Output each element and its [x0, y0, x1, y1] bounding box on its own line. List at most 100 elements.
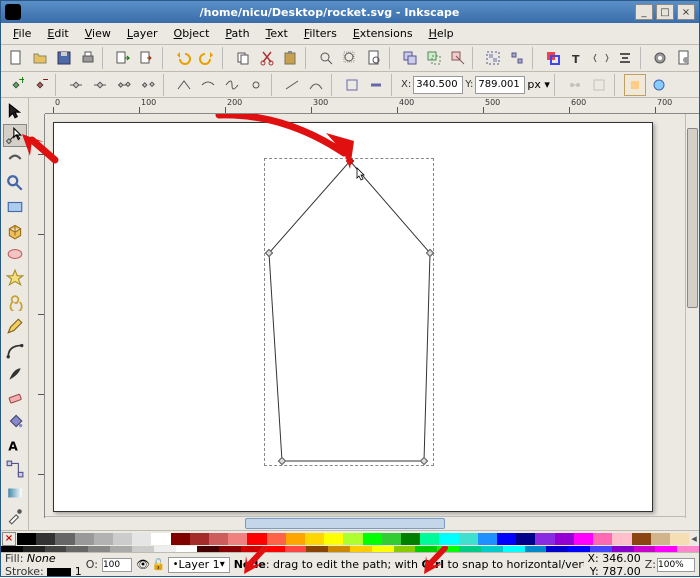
color-swatch[interactable]: [113, 533, 132, 545]
palette-menu-icon[interactable]: ◂: [689, 532, 699, 545]
close-button[interactable]: ×: [677, 4, 695, 20]
color-swatch[interactable]: [94, 533, 113, 545]
color-swatch[interactable]: [363, 533, 382, 545]
menu-extensions[interactable]: Extensions: [345, 25, 421, 42]
next-path-effect-button[interactable]: [648, 74, 670, 96]
color-swatch[interactable]: [228, 533, 247, 545]
fill-stroke-indicator[interactable]: Fill: None Stroke: 1: [5, 552, 82, 578]
color-swatch[interactable]: [593, 533, 612, 545]
color-swatch[interactable]: [516, 533, 535, 545]
insert-node-button[interactable]: +: [5, 74, 27, 96]
undo-button[interactable]: [172, 47, 194, 69]
object-to-path-button[interactable]: [341, 74, 363, 96]
selector-tool[interactable]: [3, 100, 27, 123]
auto-node-button[interactable]: [245, 74, 267, 96]
menu-text[interactable]: Text: [258, 25, 296, 42]
minimize-button[interactable]: _: [635, 4, 653, 20]
color-swatch[interactable]: [343, 533, 362, 545]
dropper-tool[interactable]: [3, 505, 27, 528]
group-button[interactable]: [482, 47, 504, 69]
color-swatch[interactable]: [632, 533, 651, 545]
smooth-node-button[interactable]: [197, 74, 219, 96]
color-swatch[interactable]: [555, 533, 574, 545]
zoom-drawing-button[interactable]: [339, 47, 361, 69]
paste-button[interactable]: [280, 47, 302, 69]
color-swatch[interactable]: [420, 533, 439, 545]
color-swatch[interactable]: [324, 533, 343, 545]
node-tool[interactable]: [3, 124, 27, 147]
layer-lock-icon[interactable]: 🔓: [152, 558, 166, 571]
delete-segment-button[interactable]: [137, 74, 159, 96]
color-swatch[interactable]: [439, 533, 458, 545]
print-button[interactable]: [77, 47, 99, 69]
color-swatch[interactable]: [305, 533, 324, 545]
text-dialog-button[interactable]: T: [566, 47, 588, 69]
star-tool[interactable]: [3, 267, 27, 290]
layer-visibility-icon[interactable]: 👁: [136, 558, 150, 571]
color-swatch[interactable]: [459, 533, 478, 545]
unlink-clone-button[interactable]: [447, 47, 469, 69]
redo-button[interactable]: [196, 47, 218, 69]
color-swatch[interactable]: [535, 533, 554, 545]
line-segment-button[interactable]: [281, 74, 303, 96]
align-button[interactable]: [614, 47, 636, 69]
duplicate-button[interactable]: [399, 47, 421, 69]
xml-editor-button[interactable]: [590, 47, 612, 69]
menu-view[interactable]: View: [77, 25, 119, 42]
export-button[interactable]: [136, 47, 158, 69]
import-button[interactable]: [112, 47, 134, 69]
x-input[interactable]: [413, 76, 463, 94]
color-swatch[interactable]: [267, 533, 286, 545]
join-node-button[interactable]: [89, 74, 111, 96]
3dbox-tool[interactable]: [3, 219, 27, 242]
opacity-input[interactable]: [102, 558, 132, 572]
menu-help[interactable]: Help: [421, 25, 462, 42]
y-input[interactable]: [475, 76, 525, 94]
clone-button[interactable]: [423, 47, 445, 69]
connector-tool[interactable]: [3, 457, 27, 480]
join-segment-button[interactable]: [113, 74, 135, 96]
color-swatch[interactable]: [670, 533, 689, 545]
bezier-tool[interactable]: [3, 338, 27, 361]
pencil-tool[interactable]: [3, 314, 27, 337]
zoom-tool[interactable]: [3, 171, 27, 194]
eraser-tool[interactable]: [3, 386, 27, 409]
color-swatch[interactable]: [478, 533, 497, 545]
save-button[interactable]: [53, 47, 75, 69]
menu-filters[interactable]: Filters: [296, 25, 345, 42]
tweak-tool[interactable]: [3, 148, 27, 171]
edit-clip-button[interactable]: [624, 74, 646, 96]
menu-path[interactable]: Path: [217, 25, 257, 42]
color-swatch[interactable]: [497, 533, 516, 545]
color-swatch[interactable]: [574, 533, 593, 545]
document-properties-button[interactable]: [673, 47, 695, 69]
color-swatch[interactable]: [190, 533, 209, 545]
symmetric-node-button[interactable]: [221, 74, 243, 96]
open-button[interactable]: [29, 47, 51, 69]
canvas-page[interactable]: [53, 122, 653, 512]
break-node-button[interactable]: [65, 74, 87, 96]
color-swatch[interactable]: [401, 533, 420, 545]
no-color-swatch[interactable]: ×: [2, 532, 16, 546]
color-swatch[interactable]: [651, 533, 670, 545]
curve-segment-button[interactable]: [305, 74, 327, 96]
color-swatch[interactable]: [17, 533, 36, 545]
color-swatch[interactable]: [171, 533, 190, 545]
show-handles-button[interactable]: [564, 74, 586, 96]
color-swatch[interactable]: [286, 533, 305, 545]
palette-swatches[interactable]: [17, 533, 689, 545]
color-swatch[interactable]: [382, 533, 401, 545]
fill-stroke-button[interactable]: [542, 47, 564, 69]
color-swatch[interactable]: [132, 533, 151, 545]
delete-node-button[interactable]: −: [29, 74, 51, 96]
color-swatch[interactable]: [612, 533, 631, 545]
zoom-page-button[interactable]: [363, 47, 385, 69]
calligraphy-tool[interactable]: [3, 362, 27, 385]
color-swatch[interactable]: [151, 533, 170, 545]
paintbucket-tool[interactable]: [3, 410, 27, 433]
scrollbar-horizontal[interactable]: [45, 516, 685, 530]
stroke-to-path-button[interactable]: [365, 74, 387, 96]
show-outline-button[interactable]: [588, 74, 610, 96]
cut-button[interactable]: [256, 47, 278, 69]
copy-button[interactable]: [232, 47, 254, 69]
